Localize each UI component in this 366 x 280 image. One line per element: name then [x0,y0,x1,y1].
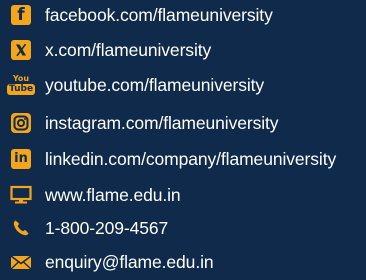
email-address[interactable]: enquiry@flame.edu.in [45,250,214,274]
social-contact-list: f facebook.com/flameuniversity x.com/fla… [0,0,366,280]
facebook-url[interactable]: facebook.com/flameuniversity [45,3,273,27]
instagram-icon [10,112,32,134]
x-url[interactable]: x.com/flameuniversity [45,38,211,62]
youtube-url[interactable]: youtube.com/flameuniversity [45,73,264,97]
phone-icon [10,217,32,239]
linkedin-url[interactable]: linkedin.com/company/flameuniversity [45,147,336,171]
youtube-icon: You Tube [6,74,36,95]
website-url[interactable]: www.flame.edu.in [45,183,181,207]
monitor-icon [10,184,32,206]
phone-number[interactable]: 1-800-209-4567 [45,216,168,240]
facebook-icon: f [10,4,32,26]
linkedin-icon: in [10,148,32,170]
instagram-url[interactable]: instagram.com/flameuniversity [45,111,279,135]
x-icon [10,39,32,61]
envelope-icon [10,251,32,273]
